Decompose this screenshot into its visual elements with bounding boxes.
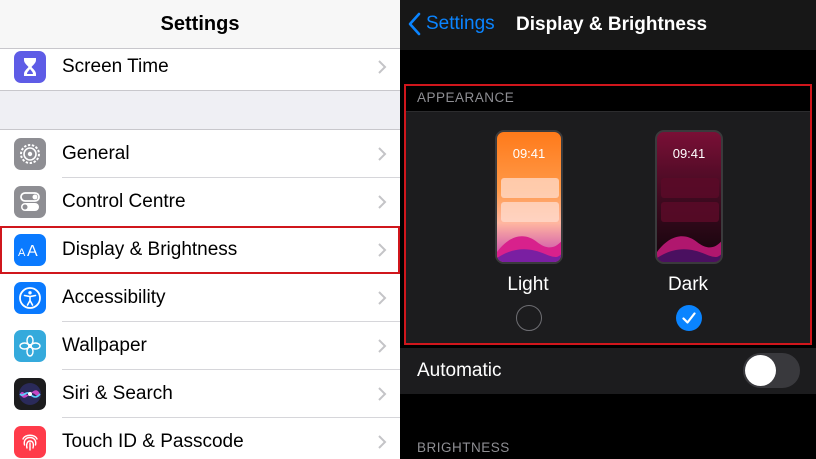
chevron-right-icon <box>378 435 387 449</box>
light-radio-button[interactable] <box>516 305 542 331</box>
nav-bar: Settings Display & Brightness <box>400 0 816 50</box>
appearance-option-label: Dark <box>667 274 709 295</box>
chevron-right-icon <box>378 147 387 161</box>
dark-radio-button[interactable] <box>676 305 702 331</box>
chevron-right-icon <box>378 243 387 257</box>
preview-widget <box>501 202 559 222</box>
brightness-header: BRIGHTNESS <box>417 440 510 455</box>
automatic-toggle[interactable] <box>743 353 800 388</box>
preview-widget <box>661 178 719 198</box>
fingerprint-icon <box>14 426 46 458</box>
settings-item-label: Control Centre <box>62 191 186 212</box>
flower-icon <box>14 330 46 362</box>
preview-widget <box>661 202 719 222</box>
settings-item-touch-id-passcode[interactable]: Touch ID & Passcode <box>0 418 400 459</box>
appearance-option-light[interactable]: 09:41 Light <box>468 112 588 343</box>
chevron-right-icon <box>378 387 387 401</box>
preview-wave <box>657 236 721 262</box>
siri-icon <box>14 378 46 410</box>
accessibility-icon <box>14 282 46 314</box>
chevron-right-icon <box>378 291 387 305</box>
settings-group-main: General Control Centre AA Display & Brig… <box>0 129 400 459</box>
settings-item-wallpaper[interactable]: Wallpaper <box>0 322 400 370</box>
settings-item-label: Siri & Search <box>62 383 173 404</box>
back-button[interactable]: Settings <box>408 12 495 36</box>
settings-item-control-centre[interactable]: Control Centre <box>0 178 400 226</box>
appearance-header: APPEARANCE <box>406 86 810 112</box>
settings-title: Settings <box>160 12 240 35</box>
settings-item-screen-time[interactable]: Screen Time <box>0 43 400 91</box>
settings-item-label: Display & Brightness <box>62 239 238 260</box>
preview-wave <box>497 236 561 262</box>
back-label: Settings <box>426 13 495 34</box>
page-title: Display & Brightness <box>516 14 708 35</box>
toggles-icon <box>14 186 46 218</box>
appearance-options: 09:41 Light 09:41 Dark <box>406 112 810 343</box>
toggle-knob <box>745 355 776 386</box>
settings-group-screen-time: Screen Time <box>0 49 400 91</box>
settings-item-display-brightness[interactable]: AA Display & Brightness <box>0 226 400 274</box>
settings-item-label: Accessibility <box>62 287 166 308</box>
automatic-row: Automatic <box>400 348 816 394</box>
appearance-option-label: Light <box>507 274 549 295</box>
preview-time: 09:41 <box>512 146 546 161</box>
settings-item-label: General <box>62 143 130 164</box>
svg-text:A: A <box>18 247 26 259</box>
settings-item-general[interactable]: General <box>0 130 400 178</box>
dark-preview-thumbnail: 09:41 <box>655 130 723 264</box>
preview-time: 09:41 <box>672 146 706 161</box>
settings-item-label: Screen Time <box>62 56 169 77</box>
chevron-right-icon <box>378 339 387 353</box>
svg-text:A: A <box>27 243 38 260</box>
gear-icon <box>14 138 46 170</box>
chevron-right-icon <box>378 195 387 209</box>
text-size-icon: AA <box>14 234 46 266</box>
appearance-header-label: APPEARANCE <box>417 90 515 105</box>
settings-item-siri-search[interactable]: Siri & Search <box>0 370 400 418</box>
chevron-right-icon <box>378 60 387 74</box>
settings-header: Settings <box>0 0 400 49</box>
hourglass-icon <box>14 51 46 83</box>
settings-item-label: Wallpaper <box>62 335 147 356</box>
automatic-label: Automatic <box>417 360 502 381</box>
settings-panel: Settings Screen Time General Control Cen… <box>0 0 400 459</box>
appearance-section: APPEARANCE 09:41 Light 09:41 Dark <box>404 84 812 345</box>
preview-widget <box>501 178 559 198</box>
appearance-option-dark[interactable]: 09:41 Dark <box>628 112 748 343</box>
display-brightness-panel: Settings Display & Brightness APPEARANCE… <box>400 0 816 459</box>
settings-item-accessibility[interactable]: Accessibility <box>0 274 400 322</box>
settings-item-label: Touch ID & Passcode <box>62 431 244 452</box>
light-preview-thumbnail: 09:41 <box>495 130 563 264</box>
chevron-left-icon <box>408 12 421 36</box>
checkmark-icon <box>682 312 696 324</box>
